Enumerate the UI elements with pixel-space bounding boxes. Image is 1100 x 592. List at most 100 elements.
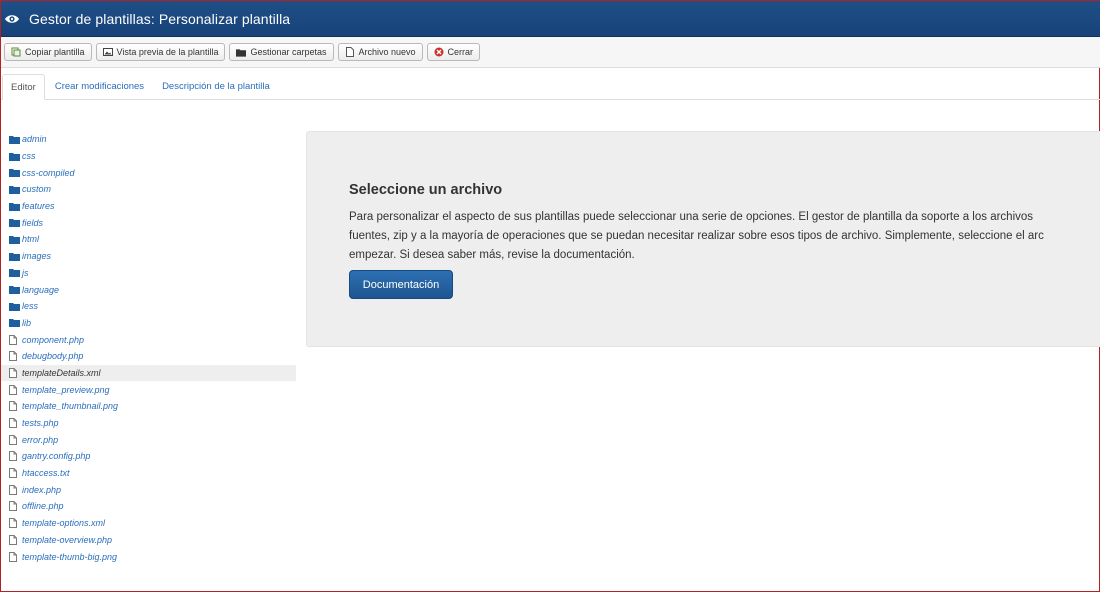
tree-item-label: template-thumb-big.png xyxy=(22,551,118,562)
tree-item-label: lib xyxy=(22,317,32,328)
tree-file-item[interactable]: template-options.xml xyxy=(1,515,296,532)
copy-template-label: Copiar plantilla xyxy=(25,47,85,57)
tree-file-item[interactable]: gantry.config.php xyxy=(1,448,296,465)
tree-item-label: language xyxy=(22,284,60,295)
tree-item-label: template-overview.php xyxy=(22,534,113,545)
tree-file-item[interactable]: tests.php xyxy=(1,415,296,432)
tree-file-item[interactable]: error.php xyxy=(1,431,296,448)
tab-bar: Editor Crear modificaciones Descripción … xyxy=(1,68,1100,100)
folder-icon xyxy=(9,218,20,228)
file-icon xyxy=(345,47,355,57)
file-icon xyxy=(9,501,20,512)
description-line: Para personalizar el aspecto de sus plan… xyxy=(349,211,1034,223)
eye-icon xyxy=(3,10,21,28)
folder-icon xyxy=(9,301,20,311)
tree-folder-item[interactable]: less xyxy=(1,298,296,315)
panel-heading: Seleccione un archivo xyxy=(349,182,503,198)
folder-icon xyxy=(9,134,20,144)
tree-item-label: error.php xyxy=(22,434,59,445)
tree-item-label: css-compiled xyxy=(22,167,75,178)
folder-icon xyxy=(9,251,20,261)
tab-editor[interactable]: Editor xyxy=(2,74,45,100)
tree-folder-item[interactable]: images xyxy=(1,248,296,265)
tree-item-label: css xyxy=(22,151,36,162)
file-icon xyxy=(9,434,20,445)
tree-item-label: template-options.xml xyxy=(22,518,106,529)
file-icon xyxy=(9,451,20,462)
tree-folder-item[interactable]: js xyxy=(1,265,296,282)
preview-template-button[interactable]: Vista previa de la plantilla xyxy=(95,43,226,61)
tree-item-label: less xyxy=(22,301,39,312)
tree-folder-item[interactable]: custom xyxy=(1,181,296,198)
tree-file-item[interactable]: template-overview.php xyxy=(1,532,296,549)
toolbar: Copiar plantilla Vista previa de la plan… xyxy=(1,37,1100,68)
folder-icon xyxy=(9,285,20,295)
tree-file-item[interactable]: component.php xyxy=(1,331,296,348)
new-file-button[interactable]: Archivo nuevo xyxy=(337,43,423,61)
tree-item-label: templateDetails.xml xyxy=(22,367,101,378)
copy-icon xyxy=(11,47,21,57)
close-button[interactable]: Cerrar xyxy=(426,43,481,61)
tree-item-label: template_thumbnail.png xyxy=(22,401,119,412)
tree-folder-item[interactable]: admin xyxy=(1,131,296,148)
tree-file-item[interactable]: template_preview.png xyxy=(1,381,296,398)
tree-folder-item[interactable]: lib xyxy=(1,315,296,332)
description-line: empezar. Si desea saber más, revise la d… xyxy=(349,249,635,261)
tree-item-label: html xyxy=(22,234,40,245)
folder-icon xyxy=(9,234,20,244)
tree-item-label: component.php xyxy=(22,334,85,345)
tree-item-label: tests.php xyxy=(22,418,59,429)
tree-file-item[interactable]: offline.php xyxy=(1,498,296,515)
tree-folder-item[interactable]: features xyxy=(1,198,296,215)
file-icon xyxy=(9,534,20,545)
file-icon xyxy=(9,551,20,562)
tree-file-item[interactable]: template_thumbnail.png xyxy=(1,398,296,415)
file-tree: admin css css-compiled custom features fields… xyxy=(1,131,296,565)
tab-template-description[interactable]: Descripción de la plantilla xyxy=(154,73,278,99)
folder-icon xyxy=(9,168,20,178)
page-title: Gestor de plantillas: Personalizar plant… xyxy=(29,10,291,27)
manage-folders-button[interactable]: Gestionar carpetas xyxy=(229,43,334,61)
file-icon xyxy=(9,367,20,378)
documentation-button[interactable]: Documentación xyxy=(349,270,453,299)
tree-file-item[interactable]: index.php xyxy=(1,481,296,498)
tree-item-label: js xyxy=(22,267,29,278)
tree-item-label: htaccess.txt xyxy=(22,468,70,479)
file-icon xyxy=(9,518,20,529)
tree-item-label: images xyxy=(22,251,52,262)
image-icon xyxy=(102,47,113,57)
folder-icon xyxy=(9,151,20,161)
file-icon xyxy=(9,418,20,429)
tree-file-item[interactable]: debugbody.php xyxy=(1,348,296,365)
folder-icon xyxy=(9,268,20,278)
preview-template-label: Vista previa de la plantilla xyxy=(116,47,219,57)
tree-item-label: gantry.config.php xyxy=(22,451,91,462)
file-icon xyxy=(9,484,20,495)
folder-icon xyxy=(9,184,20,194)
tree-folder-item[interactable]: language xyxy=(1,281,296,298)
tree-folder-item[interactable]: css-compiled xyxy=(1,164,296,181)
tree-folder-item[interactable]: css xyxy=(1,148,296,165)
copy-template-button[interactable]: Copiar plantilla xyxy=(4,43,92,61)
tree-item-label: features xyxy=(22,201,55,212)
tree-folder-item[interactable]: html xyxy=(1,231,296,248)
panel-description: Para personalizar el aspecto de sus plan… xyxy=(349,208,1100,265)
file-icon xyxy=(9,334,20,345)
manage-folders-label: Gestionar carpetas xyxy=(250,47,327,57)
tree-file-item[interactable]: htaccess.txt xyxy=(1,465,296,482)
tree-file-item[interactable]: template-thumb-big.png xyxy=(1,548,296,565)
tab-create-overrides[interactable]: Crear modificaciones xyxy=(47,73,152,99)
file-icon xyxy=(9,351,20,362)
file-icon xyxy=(9,468,20,479)
description-line: fuentes, zip y a la mayoría de operacion… xyxy=(349,230,1044,242)
app-header: Gestor de plantillas: Personalizar plant… xyxy=(1,1,1100,37)
select-file-panel: Seleccione un archivo Para personalizar … xyxy=(306,131,1100,347)
tree-item-label: debugbody.php xyxy=(22,351,84,362)
tree-item-label: fields xyxy=(22,217,44,228)
tree-file-item[interactable]: templateDetails.xml xyxy=(1,364,296,382)
folder-icon xyxy=(9,318,20,328)
new-file-label: Archivo nuevo xyxy=(358,47,416,57)
tree-folder-item[interactable]: fields xyxy=(1,214,296,231)
folder-icon xyxy=(236,47,247,57)
file-icon xyxy=(9,401,20,412)
